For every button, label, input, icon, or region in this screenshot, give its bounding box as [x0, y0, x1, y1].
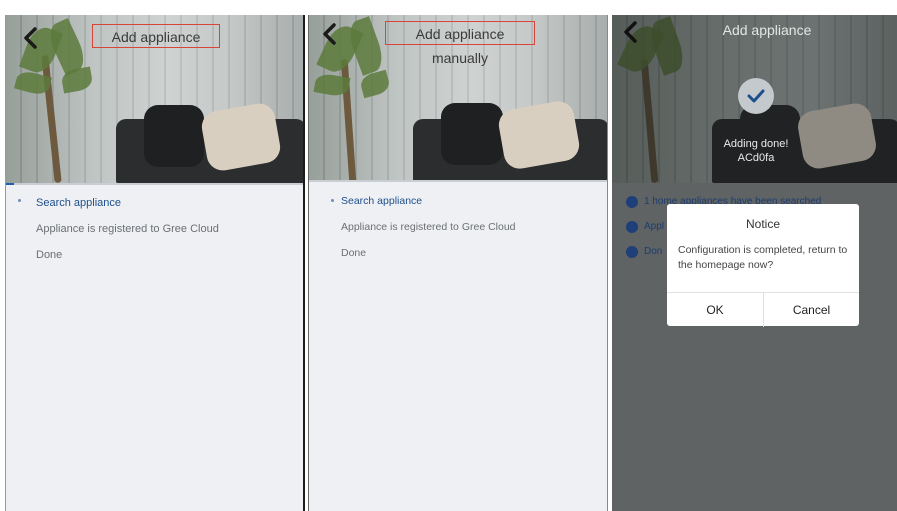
screen-adding-done: Add appliance Adding done! ACd0fa 1 home… [612, 15, 897, 511]
back-arrow-icon[interactable] [618, 19, 644, 45]
progress-bar [6, 183, 303, 185]
hero-image: Add appliance manually [309, 15, 607, 180]
page-title: Add appliance [92, 24, 220, 48]
back-arrow-icon[interactable] [317, 21, 343, 47]
check-circle-icon [626, 221, 638, 233]
checkmark-icon [747, 89, 765, 103]
dialog-button-bar: OK Cancel [667, 292, 859, 327]
screen-add-appliance: Add appliance Search appliance Appliance… [5, 15, 305, 511]
dialog-message: Configuration is completed, return to th… [678, 244, 848, 271]
step-done: Done [341, 247, 367, 259]
screen-add-appliance-manually: Add appliance manually Search appliance … [308, 15, 608, 511]
step-register-cloud: Appliance is registered to Gree Cloud [36, 223, 219, 235]
dialog-title: Notice [745, 217, 780, 231]
step-indicator-dot [18, 199, 21, 202]
notice-dialog: Notice Configuration is completed, retur… [667, 204, 859, 327]
step-done: Done [36, 249, 63, 261]
step-search-appliance: Search appliance [341, 195, 423, 207]
hero-image: Add appliance [6, 15, 303, 183]
cancel-button[interactable]: Cancel [764, 293, 859, 327]
device-id: ACd0fa [737, 152, 775, 164]
check-circle-icon [626, 246, 638, 258]
step-register-cloud: Appliance is registered to Gree Cloud [341, 221, 516, 233]
check-circle-icon [738, 78, 774, 114]
ok-button[interactable]: OK [667, 293, 764, 327]
check-circle-icon [626, 196, 638, 208]
hero-image: Add appliance Adding done! ACd0fa [612, 15, 897, 183]
step-indicator-dot [331, 199, 334, 202]
adding-status: Adding done! [723, 138, 789, 150]
step-search-appliance: Search appliance [36, 197, 122, 209]
progress-bar [309, 180, 607, 182]
back-arrow-icon[interactable] [18, 25, 44, 51]
page-title: Add appliance manually [385, 21, 535, 66]
page-title: Add appliance [722, 22, 812, 38]
